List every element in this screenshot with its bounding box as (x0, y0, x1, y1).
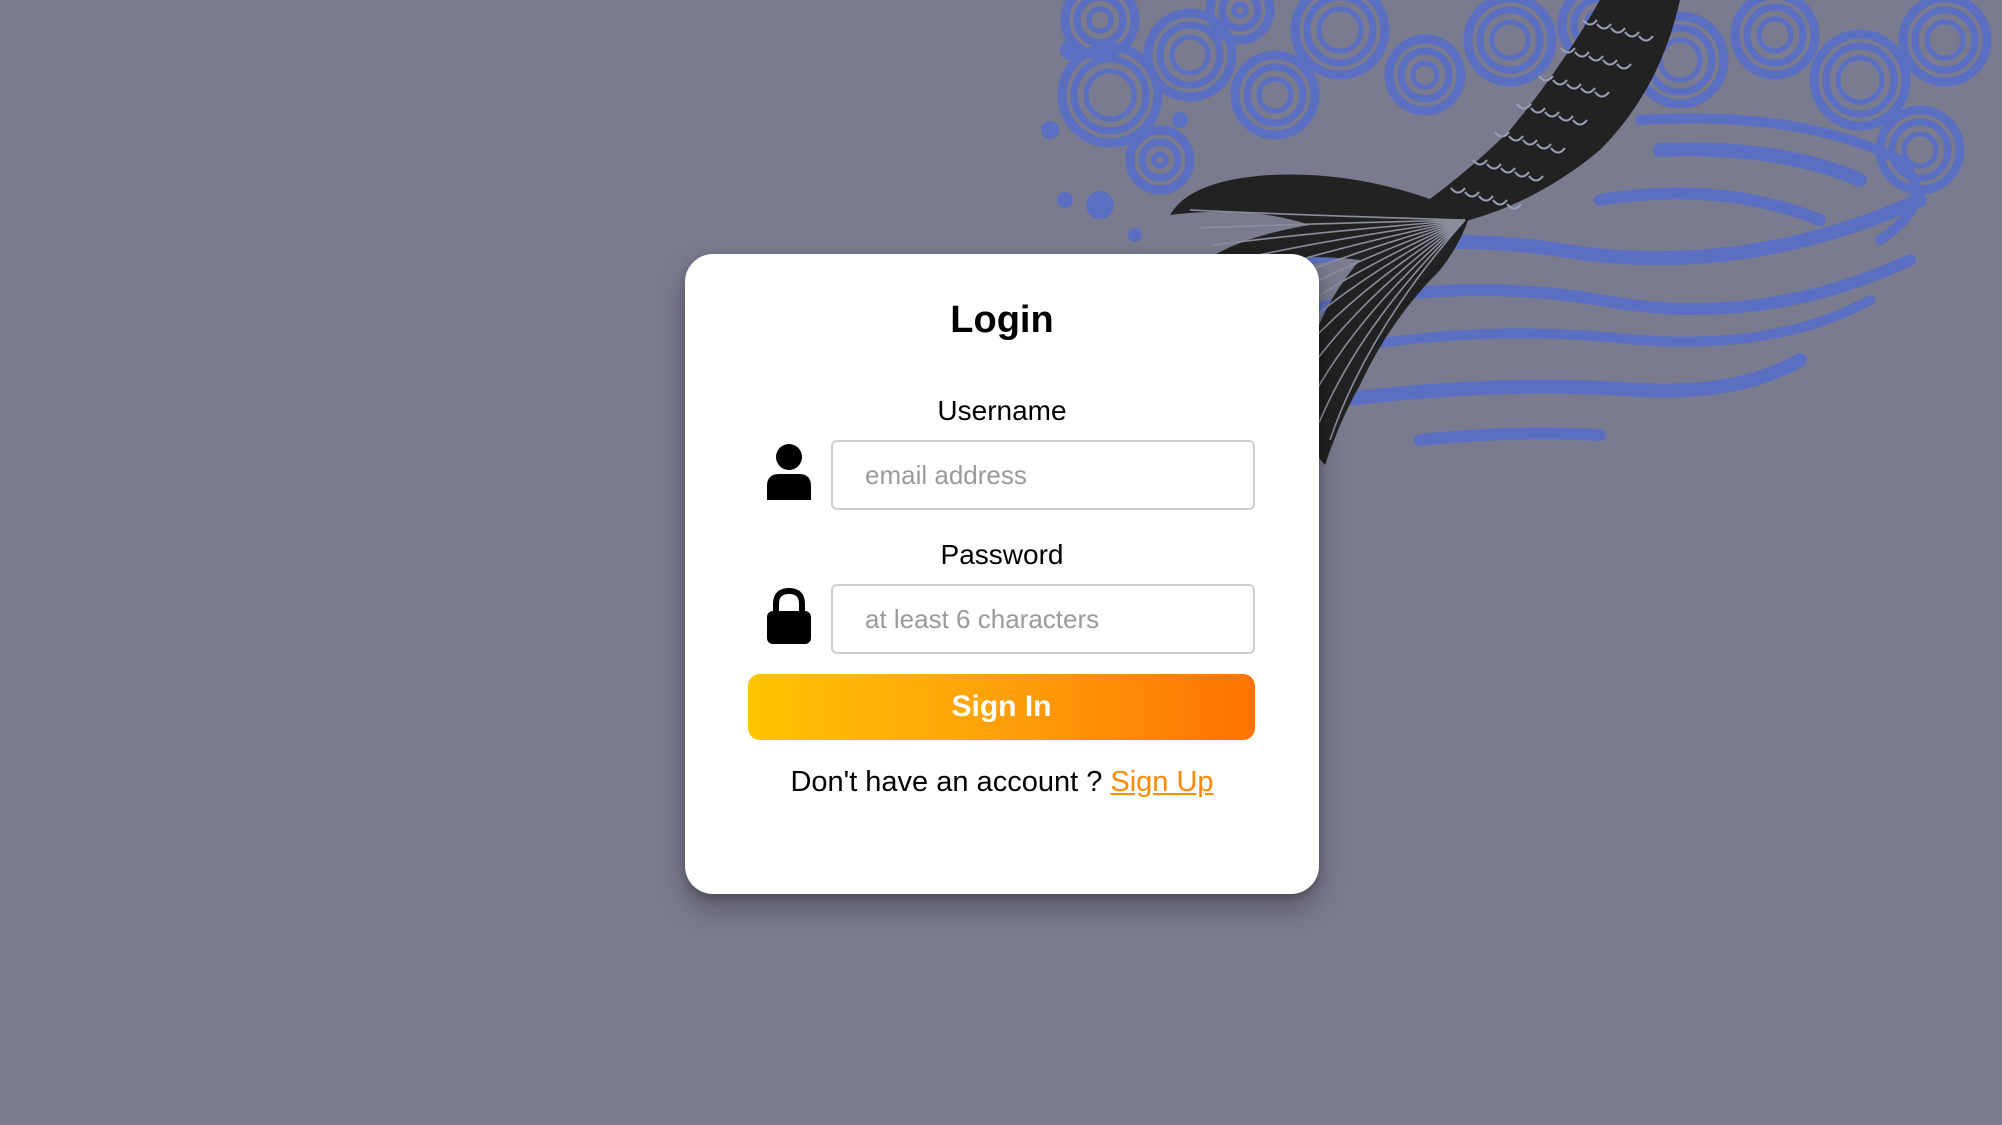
signup-prompt-line: Don't have an account ? Sign Up (685, 768, 1319, 797)
login-card: Login Username Password Sign In Don't ha… (685, 254, 1319, 894)
user-icon (767, 444, 811, 500)
signup-prompt-text: Don't have an account ? (790, 766, 1111, 798)
password-label: Password (940, 539, 1064, 570)
password-input[interactable] (831, 584, 1255, 654)
sign-up-link[interactable]: Sign Up (1110, 766, 1213, 798)
username-input[interactable] (831, 440, 1255, 510)
username-label: Username (937, 395, 1067, 426)
lock-icon (767, 588, 811, 644)
sign-in-button[interactable]: Sign In (748, 674, 1255, 740)
login-title: Login (950, 299, 1054, 341)
